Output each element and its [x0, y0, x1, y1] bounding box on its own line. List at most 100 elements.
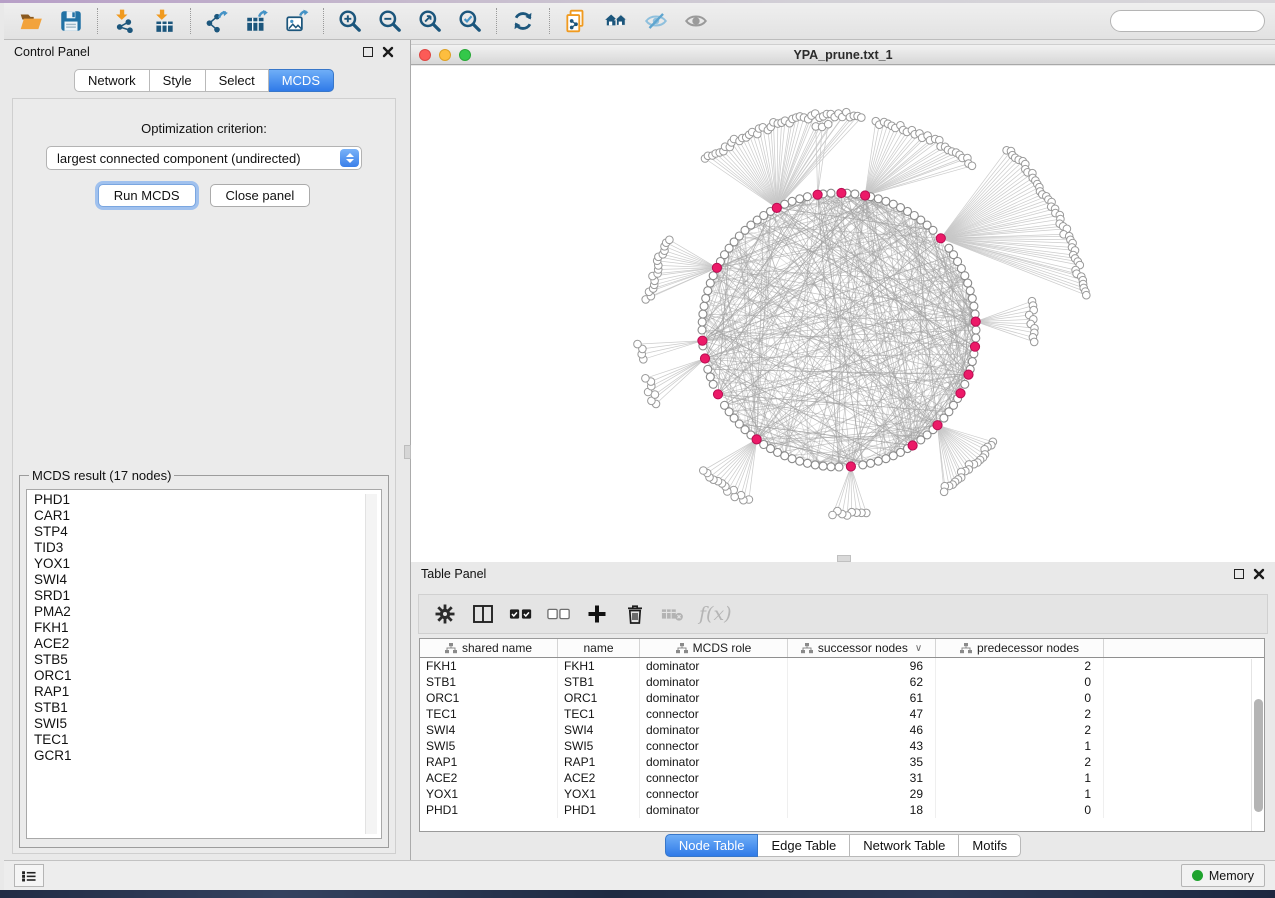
mcds-node-item[interactable]: FKH1 [34, 620, 381, 636]
column-header-name[interactable]: name [558, 639, 640, 657]
tab-select[interactable]: Select [206, 69, 269, 92]
cell-shared-name: ACE2 [420, 770, 558, 786]
table-tabs: Node TableEdge TableNetwork TableMotifs [411, 834, 1275, 857]
sitemap-icon [676, 643, 688, 654]
column-header-shared-name[interactable]: shared name [420, 639, 558, 657]
mcds-result-list[interactable]: PHD1CAR1STP4TID3YOX1SWI4SRD1PMA2FKH1ACE2… [26, 489, 382, 839]
toggle-panes-button[interactable] [469, 600, 497, 628]
mcds-node-item[interactable]: TID3 [34, 540, 381, 556]
table-row[interactable]: ORC1ORC1dominator610 [420, 690, 1264, 706]
network-titlebar[interactable]: YPA_prune.txt_1 [411, 44, 1275, 65]
mcds-node-item[interactable]: YOX1 [34, 556, 381, 572]
show-all-button[interactable] [679, 6, 713, 36]
memory-button[interactable]: Memory [1181, 864, 1265, 887]
mcds-node-item[interactable]: STB1 [34, 700, 381, 716]
zoom-out-button[interactable] [373, 6, 407, 36]
select-all-button[interactable] [507, 600, 535, 628]
tab-node-table[interactable]: Node Table [665, 834, 759, 857]
create-column-button[interactable] [583, 600, 611, 628]
mcds-node-item[interactable]: ACE2 [34, 636, 381, 652]
vertical-splitter[interactable] [404, 40, 411, 860]
zoom-in-button[interactable] [333, 6, 367, 36]
splitter-handle[interactable] [404, 445, 411, 459]
delete-table-button[interactable] [659, 600, 687, 628]
table-scrollbar-thumb[interactable] [1254, 699, 1263, 812]
float-table-panel-icon[interactable] [1234, 569, 1244, 579]
save-session-button[interactable] [54, 6, 88, 36]
mcds-list-scrollbar[interactable] [365, 494, 377, 834]
delete-table-icon [661, 602, 685, 626]
node-table[interactable]: shared namenameMCDS rolesuccessor nodes∨… [419, 638, 1265, 832]
status-bar: Memory [4, 860, 1275, 890]
network-canvas[interactable] [411, 66, 1275, 562]
tab-motifs[interactable]: Motifs [959, 834, 1021, 857]
mcds-node-item[interactable]: SWI5 [34, 716, 381, 732]
table-row[interactable]: ACE2ACE2connector311 [420, 770, 1264, 786]
run-mcds-button[interactable]: Run MCDS [98, 184, 196, 207]
cell-MCDS-role: connector [640, 770, 788, 786]
table-row[interactable]: RAP1RAP1dominator352 [420, 754, 1264, 770]
tab-network[interactable]: Network [74, 69, 150, 92]
zoom-selected-button[interactable] [453, 6, 487, 36]
close-table-panel-icon[interactable] [1253, 568, 1265, 580]
cell-filler [1104, 722, 1264, 738]
mcds-node-item[interactable]: STP4 [34, 524, 381, 540]
table-row[interactable]: SWI4SWI4dominator462 [420, 722, 1264, 738]
mcds-node-item[interactable]: GCR1 [34, 748, 381, 764]
mcds-node-item[interactable]: CAR1 [34, 508, 381, 524]
table-row[interactable]: TEC1TEC1connector472 [420, 706, 1264, 722]
close-panel-button[interactable]: Close panel [210, 184, 311, 207]
column-header-predecessor-nodes[interactable]: predecessor nodes [936, 639, 1104, 657]
table-row[interactable]: YOX1YOX1connector291 [420, 786, 1264, 802]
first-neighbors-button[interactable] [599, 6, 633, 36]
table-row[interactable]: SWI5SWI5connector431 [420, 738, 1264, 754]
criterion-dropdown[interactable]: largest connected component (undirected) [46, 146, 362, 170]
column-header-MCDS-role[interactable]: MCDS role [640, 639, 788, 657]
sitemap-icon [445, 643, 457, 654]
table-panel-title: Table Panel [421, 567, 486, 581]
delete-column-button[interactable] [621, 600, 649, 628]
import-table-button[interactable] [147, 6, 181, 36]
toolbar-separator [496, 8, 497, 34]
search-input[interactable] [1124, 13, 1275, 29]
float-panel-icon[interactable] [363, 47, 373, 57]
refresh-icon [510, 8, 536, 34]
import-network-button[interactable] [107, 6, 141, 36]
mcds-node-item[interactable]: SWI4 [34, 572, 381, 588]
tab-network-table[interactable]: Network Table [850, 834, 959, 857]
table-settings-button[interactable] [431, 600, 459, 628]
table-row[interactable]: STB1STB1dominator620 [420, 674, 1264, 690]
mcds-node-item[interactable]: PMA2 [34, 604, 381, 620]
mcds-node-item[interactable]: TEC1 [34, 732, 381, 748]
tab-edge-table[interactable]: Edge Table [758, 834, 850, 857]
cell-name: SWI5 [558, 738, 640, 754]
mcds-node-item[interactable]: ORC1 [34, 668, 381, 684]
hide-selected-button[interactable] [639, 6, 673, 36]
deselect-all-button[interactable] [545, 600, 573, 628]
export-image-button[interactable] [280, 6, 314, 36]
zoom-fit-button[interactable] [413, 6, 447, 36]
horizontal-splitter-handle[interactable] [837, 555, 851, 562]
column-header-successor-nodes[interactable]: successor nodes∨ [788, 639, 936, 657]
table-row[interactable]: PHD1PHD1dominator180 [420, 802, 1264, 818]
table-row[interactable]: FKH1FKH1dominator962 [420, 658, 1264, 674]
tab-style[interactable]: Style [150, 69, 206, 92]
mcds-node-item[interactable]: PHD1 [34, 492, 381, 508]
close-x-icon [382, 46, 394, 58]
open-session-button[interactable] [14, 6, 48, 36]
mcds-node-item[interactable]: STB5 [34, 652, 381, 668]
mcds-node-item[interactable]: RAP1 [34, 684, 381, 700]
export-table-button[interactable] [240, 6, 274, 36]
function-builder-button[interactable]: f(x) [699, 603, 732, 625]
apply-layout-button[interactable] [506, 6, 540, 36]
zoom-group [333, 6, 487, 36]
table-scrollbar[interactable] [1251, 659, 1264, 831]
tab-mcds[interactable]: MCDS [269, 69, 334, 92]
export-network-button[interactable] [200, 6, 234, 36]
mcds-node-item[interactable]: SRD1 [34, 588, 381, 604]
console-button[interactable] [14, 864, 44, 887]
sort-menu-icon[interactable]: ∨ [915, 643, 922, 654]
clone-network-button[interactable] [559, 6, 593, 36]
search-field[interactable] [1110, 10, 1265, 32]
close-panel-icon[interactable] [382, 46, 394, 58]
